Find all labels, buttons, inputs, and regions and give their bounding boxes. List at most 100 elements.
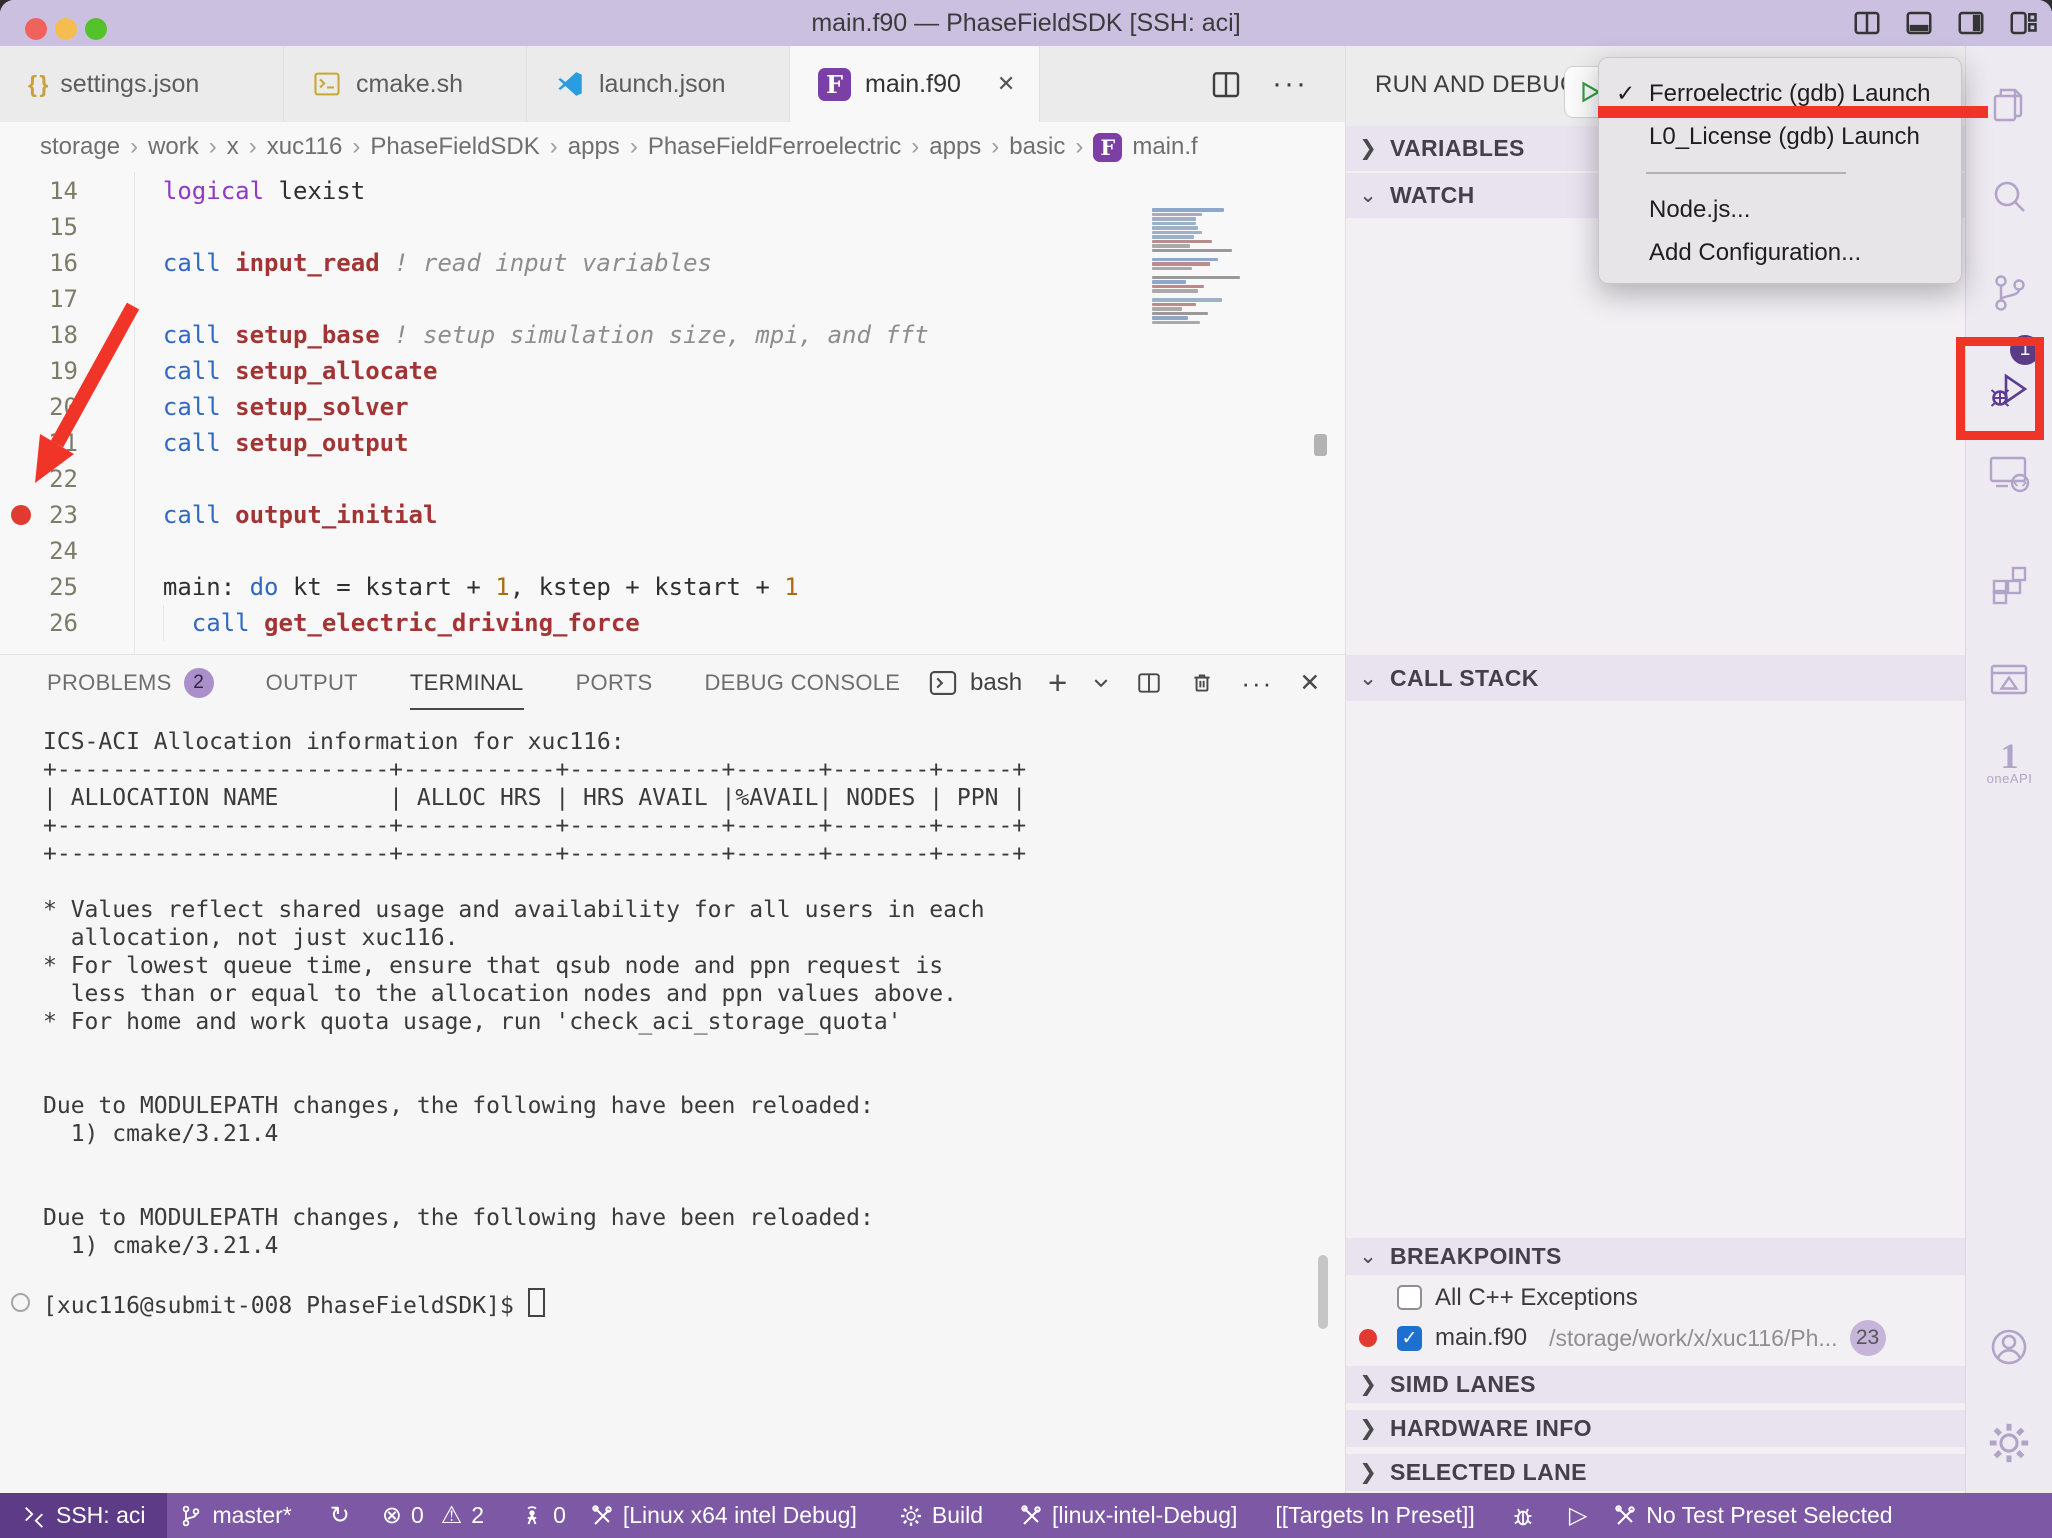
split-terminal-icon[interactable] [1135,670,1163,696]
line-number[interactable]: 17 [0,281,78,317]
terminal-dropdown-icon[interactable] [1093,677,1109,689]
line-number[interactable]: 20 [0,389,78,425]
menu-item-l0-license-gdb-launch[interactable]: L0_License (gdb) Launch [1599,115,1961,158]
code-editor[interactable]: 14 logical lexist1516 call input_read ! … [0,172,1345,654]
breadcrumb-item[interactable]: work [148,133,199,161]
new-terminal-icon[interactable]: + [1048,664,1067,702]
line-number[interactable]: 26 [0,605,78,641]
source-control-icon[interactable] [1986,270,2032,316]
more-actions-icon[interactable]: ··· [1272,67,1308,101]
panel-tab-output[interactable]: OUTPUT [266,670,358,696]
sync-icon: ↻ [330,1504,350,1528]
breakpoint-exceptions-row[interactable]: All C++ Exceptions [1346,1279,1966,1316]
editor-scrollbar[interactable] [1314,434,1327,456]
toggle-sidebar-icon[interactable] [1956,8,1986,38]
problems-badge: 2 [184,668,214,698]
menu-item-ferroelectric-gdb-launch[interactable]: ✓Ferroelectric (gdb) Launch [1599,72,1961,115]
test-preset-item[interactable]: No Test Preset Selected [1613,1502,1892,1529]
git-branch-item[interactable]: master* [179,1502,291,1529]
menu-item-add-configuration-[interactable]: Add Configuration... [1599,231,1961,274]
chevron-separator-icon: › [249,133,257,161]
tab-cmake.sh[interactable]: cmake.sh [284,46,527,122]
cmake-tools-icon[interactable] [1986,657,2032,703]
bottom-panel: PROBLEMS2 OUTPUT TERMINAL PORTS DEBUG CONSOL… [0,654,1345,1493]
tab-launch.json[interactable]: launch.json [527,46,790,122]
close-tab-icon[interactable]: ✕ [997,71,1015,97]
panel-tab-ports[interactable]: PORTS [576,670,653,696]
terminal-shell-label[interactable]: bash [970,669,1022,697]
terminal-prompt[interactable]: [xuc116@submit-008 PhaseFieldSDK]$ [43,1288,545,1319]
breakpoint-dot-icon[interactable] [11,505,31,525]
remote-explorer-icon[interactable] [1986,450,2032,496]
cmake-preset-item[interactable]: [linux-intel-Debug] [1019,1502,1237,1529]
debug-target-item[interactable] [1511,1503,1535,1529]
customize-layout-icon[interactable] [2008,8,2038,38]
line-number[interactable]: 14 [0,173,78,209]
breadcrumb-item[interactable]: storage [40,133,120,161]
panel-tab-terminal[interactable]: TERMINAL [410,656,524,710]
panel-more-actions-icon[interactable]: ··· [1241,668,1273,699]
line-number[interactable]: 25 [0,569,78,605]
line-number[interactable]: 15 [0,209,78,245]
chevron-separator-icon: › [352,133,360,161]
panel-tab-problems[interactable]: PROBLEMS2 [47,668,214,698]
breakpoints-section-header[interactable]: ⌄ BREAKPOINTS [1346,1238,1966,1275]
editor-line-15: 15 [0,209,1345,245]
menu-item-node-js-[interactable]: Node.js... [1599,188,1961,231]
close-panel-icon[interactable]: ✕ [1299,668,1320,698]
line-number[interactable]: 22 [0,461,78,497]
chevron-down-icon: ⌄ [1346,666,1390,691]
split-editor-icon[interactable] [1210,68,1242,100]
explorer-icon[interactable] [1986,82,2032,128]
search-icon[interactable] [1986,175,2032,221]
terminal-cursor [528,1288,545,1317]
editor-line-23: 23 call output_initial [0,497,1345,533]
cmake-kit-item[interactable]: [Linux x64 intel Debug] [590,1502,857,1529]
account-icon[interactable] [1986,1324,2032,1370]
breadcrumb-item[interactable]: apps [929,133,981,161]
line-number[interactable]: 18 [0,317,78,353]
run-and-debug-icon[interactable] [1986,367,2032,413]
code-text: call input_read ! read input variables [134,245,712,281]
build-item[interactable]: Build [899,1502,983,1529]
breadcrumb-file[interactable]: main.f [1132,133,1197,161]
breadcrumb-item[interactable]: x [227,133,239,161]
feedback-item[interactable]: 0 [520,1502,566,1529]
checkbox-checked[interactable]: ✓ [1397,1326,1422,1351]
launch-target-item[interactable]: ▷ [1569,1504,1587,1528]
problems-item[interactable]: ⊗ 0 ⚠ 2 [382,1502,484,1529]
panel-tab-debug-console[interactable]: DEBUG CONSOLE [704,670,900,696]
editor-line-19: 19 call setup_allocate [0,353,1345,389]
extensions-icon[interactable] [1986,562,2032,608]
kill-terminal-icon[interactable] [1189,670,1215,696]
breadcrumb-item[interactable]: xuc116 [267,133,343,161]
oneapi-icon[interactable]: 1 oneAPI [1966,741,2052,786]
breadcrumb-item[interactable]: PhaseFieldFerroelectric [648,133,901,161]
line-number[interactable]: 24 [0,533,78,569]
tab-settings.json[interactable]: { }settings.json [0,46,284,122]
line-number[interactable]: 19 [0,353,78,389]
simd-lanes-section-header[interactable]: ❯ SIMD LANES [1346,1366,1966,1403]
line-number[interactable]: 16 [0,245,78,281]
code-text: call get_electric_driving_force [134,605,640,641]
tab-main.f90[interactable]: Fmain.f90✕ [790,46,1040,122]
breadcrumb-item[interactable]: apps [568,133,620,161]
line-number[interactable]: 21 [0,425,78,461]
selected-lane-section-header[interactable]: ❯ SELECTED LANE [1346,1454,1966,1491]
minimap[interactable] [1152,208,1264,325]
hardware-info-section-header[interactable]: ❯ HARDWARE INFO [1346,1410,1966,1447]
terminal-scrollbar[interactable] [1318,1255,1328,1329]
play-icon: ▷ [1569,1504,1587,1528]
git-sync-item[interactable]: ↻ [330,1504,350,1528]
breadcrumb-item[interactable]: PhaseFieldSDK [370,133,539,161]
settings-gear-icon[interactable] [1986,1420,2032,1466]
breadcrumb-item[interactable]: basic [1009,133,1065,161]
split-editor-layout-icon[interactable] [1852,8,1882,38]
toggle-panel-icon[interactable] [1904,8,1934,38]
broadcast-icon [520,1504,544,1528]
breakpoint-mainf90-row[interactable]: ✓ main.f90 /storage/work/x/xuc116/Ph... … [1346,1318,1966,1358]
build-targets-item[interactable]: [[Targets In Preset]] [1275,1502,1474,1529]
checkbox-unchecked[interactable] [1397,1285,1422,1310]
remote-indicator[interactable]: SSH: aci [0,1493,167,1538]
call-stack-section-header[interactable]: ⌄ CALL STACK [1346,655,1966,701]
